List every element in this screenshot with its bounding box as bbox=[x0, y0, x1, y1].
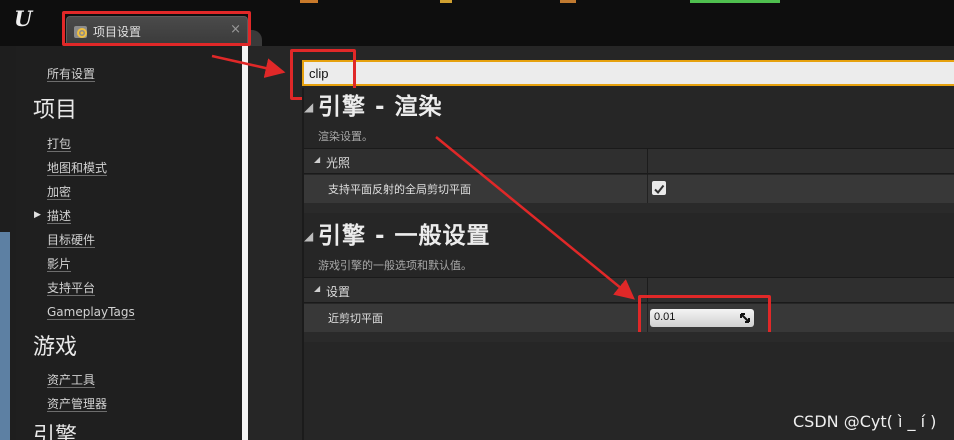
property-label: 支持平面反射的全局剪切平面 bbox=[328, 183, 471, 196]
section-collapse-icon[interactable]: ◢ bbox=[304, 229, 313, 243]
progress-stripe bbox=[690, 0, 780, 3]
watermark: CSDN @Cyt( ì _ í ) bbox=[793, 412, 937, 431]
triangle-down-icon: ◢ bbox=[314, 284, 321, 293]
column-splitter[interactable] bbox=[647, 149, 648, 175]
close-icon[interactable]: × bbox=[230, 22, 241, 37]
column-splitter[interactable] bbox=[647, 278, 648, 304]
taskbar-stripe bbox=[440, 0, 452, 3]
sidebar-item-target-hardware[interactable]: 目标硬件 bbox=[47, 233, 96, 248]
triangle-down-icon: ◢ bbox=[314, 155, 321, 164]
sidebar-item-maps-modes[interactable]: 地图和模式 bbox=[47, 161, 108, 176]
details-panel-border bbox=[302, 88, 304, 440]
sidebar-item-asset-manager[interactable]: 资产管理器 bbox=[47, 397, 108, 412]
section-description-general: 游戏引擎的一般选项和默认值。 bbox=[318, 259, 472, 272]
sidebar-item-supported-platforms[interactable]: 支持平台 bbox=[47, 281, 96, 296]
tab-project-settings[interactable]: 项目设置 × bbox=[66, 16, 248, 46]
sidebar-item-movies[interactable]: 影片 bbox=[47, 257, 72, 272]
tab-title: 项目设置 bbox=[93, 25, 142, 39]
screenshot-root: U 项目设置 × 所有设置 项目 打包 地图和模式 加密 ▶ 描述 目标硬件 影… bbox=[0, 0, 954, 440]
category-settings[interactable]: ◢ 设置 bbox=[304, 277, 954, 304]
sidebar-heading-project: 项目 bbox=[33, 98, 78, 123]
sidebar-item-asset-tools[interactable]: 资产工具 bbox=[47, 373, 96, 388]
settings-sidebar: 所有设置 项目 打包 地图和模式 加密 ▶ 描述 目标硬件 影片 支持平台 Ga… bbox=[16, 46, 242, 440]
sidebar-heading-engine: 引擎 bbox=[33, 424, 78, 440]
sidebar-heading-game: 游戏 bbox=[33, 335, 78, 360]
checkmark-icon bbox=[654, 184, 665, 195]
sidebar-gutter bbox=[248, 46, 274, 440]
search-input[interactable] bbox=[304, 62, 954, 84]
taskbar-stripe bbox=[560, 0, 576, 3]
sidebar-item-all-settings[interactable]: 所有设置 bbox=[47, 67, 96, 82]
sidebar-item-packaging[interactable]: 打包 bbox=[47, 137, 72, 152]
unreal-logo-icon: U bbox=[14, 6, 32, 31]
property-row-near-clip-plane: 近剪切平面 bbox=[304, 304, 954, 332]
bullet-triangle-icon: ▶ bbox=[34, 210, 41, 220]
category-label: 光照 bbox=[326, 156, 351, 170]
sidebar-item-description[interactable]: 描述 bbox=[47, 209, 72, 224]
near-clip-plane-input[interactable]: 0.01 bbox=[650, 309, 754, 327]
taskbar-stripe bbox=[300, 0, 318, 3]
global-clip-plane-checkbox[interactable] bbox=[652, 181, 666, 195]
drag-handle-icon[interactable] bbox=[739, 312, 751, 324]
near-clip-plane-value: 0.01 bbox=[654, 311, 676, 323]
settings-gear-icon bbox=[73, 24, 89, 40]
sidebar-item-crypto[interactable]: 加密 bbox=[47, 185, 72, 200]
column-splitter[interactable] bbox=[647, 304, 648, 332]
desktop-background bbox=[0, 232, 10, 440]
column-splitter[interactable] bbox=[647, 175, 648, 203]
section-collapse-icon[interactable]: ◢ bbox=[304, 100, 313, 114]
section-title-rendering: 引擎 - 渲染 bbox=[318, 94, 443, 120]
section-spacer bbox=[304, 203, 954, 213]
sidebar-item-gameplay-tags[interactable]: GameplayTags bbox=[47, 305, 135, 320]
section-title-general: 引擎 - 一般设置 bbox=[318, 223, 491, 249]
category-label: 设置 bbox=[326, 285, 351, 299]
category-lighting[interactable]: ◢ 光照 bbox=[304, 148, 954, 175]
property-row-global-clip-plane: 支持平面反射的全局剪切平面 bbox=[304, 175, 954, 203]
section-description-rendering: 渲染设置。 bbox=[318, 130, 373, 143]
section-spacer bbox=[304, 332, 954, 342]
property-label: 近剪切平面 bbox=[328, 312, 383, 325]
